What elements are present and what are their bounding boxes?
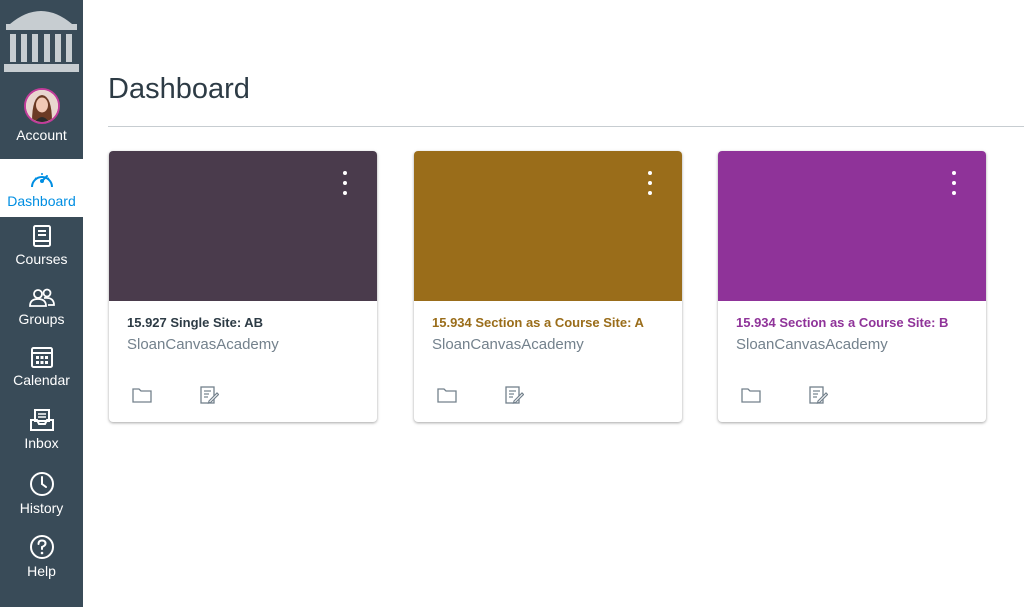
course-card-title[interactable]: 15.934 Section as a Course Site: A <box>432 315 644 330</box>
nav-label-dashboard: Dashboard <box>7 193 76 209</box>
institution-logo[interactable] <box>0 0 83 84</box>
nav-label-calendar: Calendar <box>13 372 70 388</box>
course-card-hero[interactable] <box>109 151 377 301</box>
assignments-icon[interactable] <box>198 384 220 406</box>
history-icon <box>29 472 54 496</box>
groups-icon <box>28 288 55 307</box>
course-card-subtitle: SloanCanvasAcademy <box>736 336 888 353</box>
nav-item-courses[interactable]: Courses <box>0 224 83 276</box>
course-card-title[interactable]: 15.927 Single Site: AB <box>127 315 263 330</box>
nav-label-courses: Courses <box>15 251 68 267</box>
nav-item-groups[interactable]: Groups <box>0 288 83 334</box>
assignments-icon[interactable] <box>807 384 829 406</box>
nav-label-help: Help <box>27 563 56 579</box>
course-card[interactable]: 15.934 Section as a Course Site: B Sloan… <box>718 151 986 422</box>
dashboard-icon <box>30 173 53 188</box>
avatar <box>23 88 60 124</box>
nav-item-history[interactable]: History <box>0 471 83 523</box>
header-divider <box>108 126 1024 127</box>
course-card[interactable]: 15.927 Single Site: AB SloanCanvasAcadem… <box>109 151 377 422</box>
files-folder-icon[interactable] <box>131 384 153 406</box>
nav-label-inbox: Inbox <box>24 435 59 451</box>
courses-icon <box>32 225 51 247</box>
files-folder-icon[interactable] <box>436 384 458 406</box>
nav-label-history: History <box>19 500 64 516</box>
nav-item-dashboard[interactable]: Dashboard <box>0 159 83 217</box>
inbox-icon <box>29 409 54 431</box>
files-folder-icon[interactable] <box>740 384 762 406</box>
card-options-menu-icon[interactable] <box>944 171 964 195</box>
nav-item-help[interactable]: Help <box>0 534 83 586</box>
nav-item-account[interactable]: Account <box>0 88 83 154</box>
card-options-menu-icon[interactable] <box>335 171 355 195</box>
course-card-hero[interactable] <box>414 151 682 301</box>
assignments-icon[interactable] <box>503 384 525 406</box>
course-card-title[interactable]: 15.934 Section as a Course Site: B <box>736 315 948 330</box>
nav-label-groups: Groups <box>18 311 65 327</box>
course-card-subtitle: SloanCanvasAcademy <box>127 336 279 353</box>
building-logo-icon <box>0 0 83 84</box>
nav-label-account: Account <box>16 127 67 143</box>
card-options-menu-icon[interactable] <box>640 171 660 195</box>
help-icon <box>29 535 54 559</box>
nav-item-inbox[interactable]: Inbox <box>0 408 83 460</box>
calendar-icon <box>30 347 53 368</box>
course-card-hero[interactable] <box>718 151 986 301</box>
page-title: Dashboard <box>108 73 250 105</box>
global-navigation: Account Dashboard Courses Groups Calenda… <box>0 0 83 607</box>
course-card[interactable]: 15.934 Section as a Course Site: A Sloan… <box>414 151 682 422</box>
course-card-subtitle: SloanCanvasAcademy <box>432 336 584 353</box>
main-content: Dashboard 15.927 Single Site: AB SloanCa… <box>83 0 1024 607</box>
nav-item-calendar[interactable]: Calendar <box>0 345 83 397</box>
